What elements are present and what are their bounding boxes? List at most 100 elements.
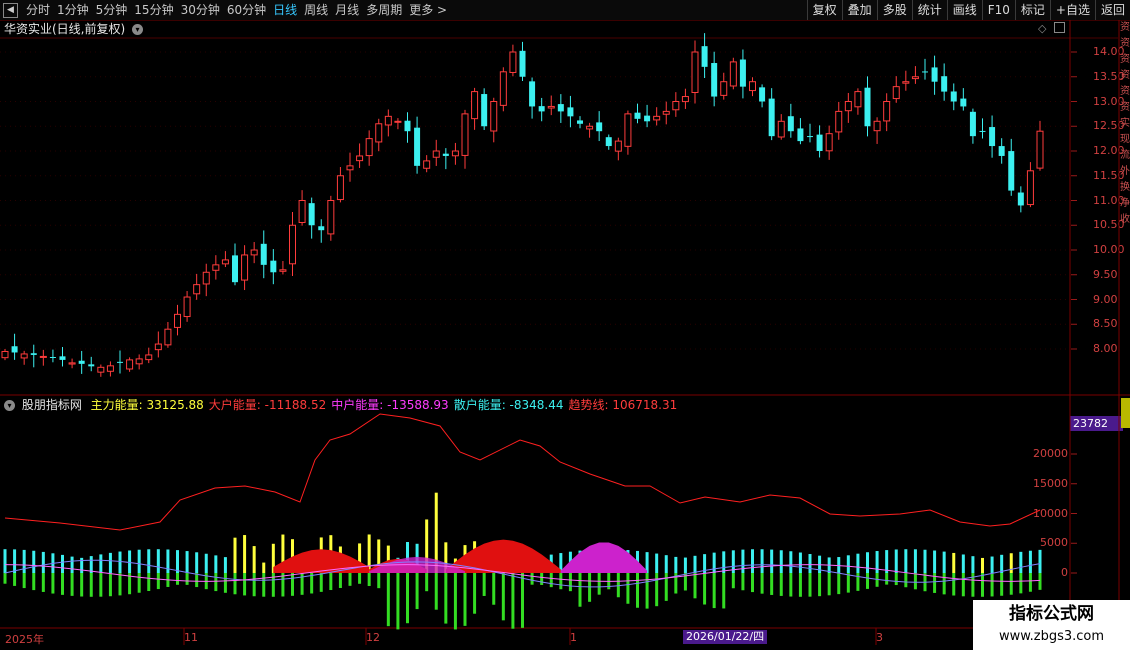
candle-body [432, 150, 440, 158]
energy-bar-down [185, 573, 189, 585]
watermark-main: 指标公式网 [1009, 604, 1094, 624]
energy-bar-up [1000, 554, 1004, 573]
energy-bar-down [818, 573, 822, 597]
energy-bar-up [252, 546, 256, 573]
watermark-logo: 指标公式网 www.zbgs3.com [973, 600, 1130, 650]
energy-bar-up [741, 549, 745, 573]
energy-bar-up [837, 557, 841, 573]
candle-body [969, 111, 976, 137]
candle-body [442, 153, 449, 156]
energy-bar-down [501, 573, 505, 621]
candle-body [356, 155, 364, 162]
energy-bar-down [798, 573, 802, 597]
candle-body [117, 361, 123, 363]
energy-bar-up [108, 552, 112, 573]
candle-body [729, 61, 737, 87]
energy-bar-down [415, 573, 419, 610]
candle-body [499, 71, 507, 106]
energy-bar-up [233, 537, 237, 573]
energy-bar-down [981, 573, 984, 597]
energy-bar-up [204, 553, 208, 573]
energy-bar-up [952, 552, 956, 573]
energy-bar-down [51, 573, 55, 594]
candle-body [232, 255, 238, 283]
candle-body [653, 115, 661, 121]
energy-bar-up [904, 549, 908, 573]
candle-body [20, 353, 28, 359]
energy-bar-down [655, 573, 659, 607]
candle-body [164, 328, 172, 346]
energy-bar-down [319, 573, 323, 592]
candle-body [911, 76, 919, 80]
energy-bar-up [13, 549, 17, 573]
candle-body [250, 249, 258, 256]
energy-bar-down [358, 573, 362, 584]
candle-body [691, 51, 699, 94]
candle-body [844, 101, 852, 112]
candle-body [59, 356, 66, 360]
energy-bar-down [1028, 573, 1032, 592]
candle-body [39, 355, 47, 358]
energy-bar-up [942, 551, 946, 573]
energy-bar-down [1009, 573, 1013, 595]
energy-bar-down [751, 573, 754, 593]
energy-bar-down [540, 573, 544, 585]
candle-body [701, 46, 708, 67]
candle-body [327, 200, 335, 235]
candle-body [423, 160, 431, 169]
energy-bar-down [223, 573, 227, 593]
energy-bar-down [961, 573, 965, 597]
energy-bar-up [655, 553, 659, 573]
candle-body [902, 81, 910, 84]
candle-body [681, 96, 689, 103]
energy-bar-down [1000, 573, 1004, 596]
energy-bar-up [798, 552, 802, 573]
energy-bar-down [463, 573, 467, 626]
energy-bar-down [760, 573, 764, 594]
energy-bar-up [885, 550, 889, 573]
energy-bar-down [22, 573, 26, 589]
candle-body [308, 203, 315, 226]
candle-body [950, 91, 957, 102]
candle-body [605, 137, 612, 147]
candle-body [414, 127, 421, 166]
candle-body [586, 125, 594, 130]
candle-body [739, 59, 746, 87]
energy-bar-up [147, 549, 151, 573]
energy-bar-up [961, 554, 965, 573]
candle-body [394, 120, 402, 123]
candle-body [318, 226, 325, 231]
candle-body [241, 254, 249, 281]
candle-body [11, 346, 18, 353]
energy-bar-up [99, 554, 103, 573]
energy-bar-down [453, 573, 457, 630]
energy-bar-up [751, 549, 754, 573]
candle-body [797, 128, 804, 142]
candle-body [547, 105, 555, 109]
energy-bar-down [1038, 573, 1042, 590]
energy-bar-up [923, 549, 927, 573]
energy-bar-up [866, 552, 869, 573]
candle-body [375, 123, 383, 143]
candle-body [883, 101, 891, 122]
energy-bar-up [89, 556, 93, 573]
energy-bar-down [214, 573, 218, 592]
energy-bar-up [913, 549, 917, 573]
candle-body [461, 113, 469, 156]
candle-body [672, 101, 680, 111]
candle-body [1026, 170, 1034, 206]
candlestick-chart[interactable] [0, 0, 1130, 650]
energy-bar-up [683, 557, 687, 573]
energy-bar-down [233, 573, 237, 595]
energy-bar-down [703, 573, 707, 605]
energy-bar-down [300, 573, 304, 595]
candle-body [126, 359, 134, 370]
energy-bar-down [636, 573, 639, 608]
candle-body [154, 343, 162, 351]
energy-bar-down [473, 573, 477, 614]
energy-bar-up [3, 549, 7, 573]
candle-body [979, 130, 986, 132]
energy-bar-down [837, 573, 841, 595]
candle-body [183, 296, 191, 318]
watermark-url: www.zbgs3.com [998, 629, 1105, 644]
